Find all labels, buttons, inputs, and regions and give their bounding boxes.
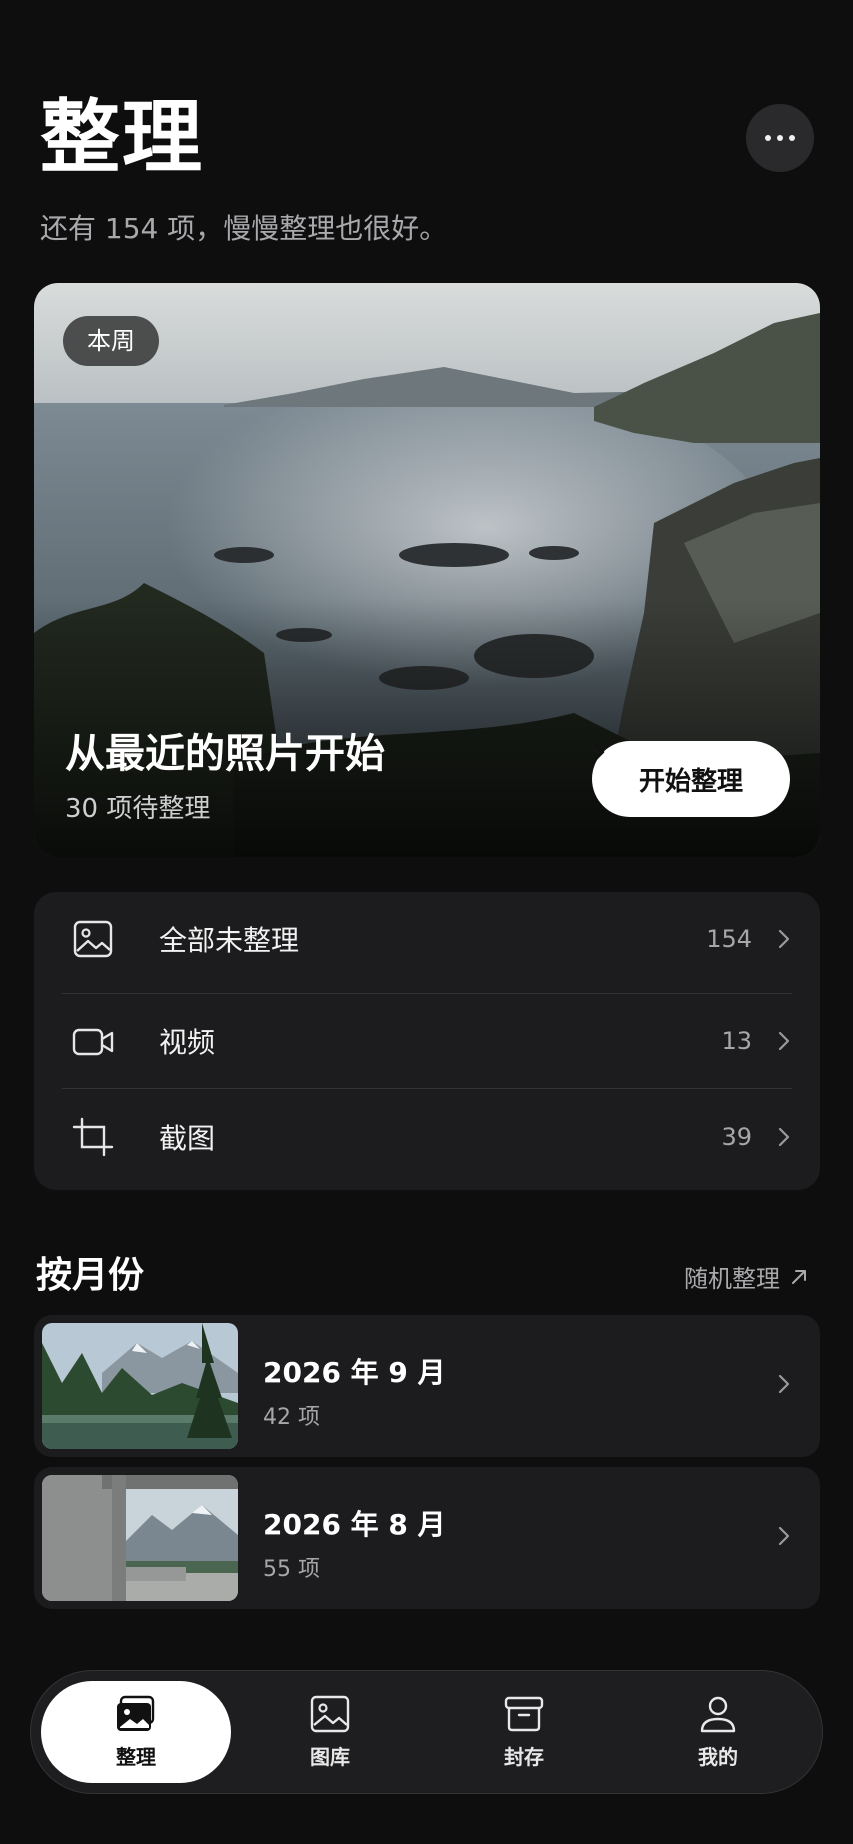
photo-stack-icon — [117, 1695, 155, 1731]
hero-title: 从最近的照片开始 — [65, 731, 385, 777]
category-count: 154 — [706, 925, 752, 953]
category-label: 全部未整理 — [159, 924, 300, 957]
start-organize-label: 开始整理 — [638, 766, 743, 797]
image-icon — [73, 920, 113, 958]
divider — [62, 1088, 792, 1089]
tab-me[interactable]: 我的 — [623, 1681, 813, 1783]
chevron-right-icon — [778, 929, 790, 949]
chevron-right-icon — [778, 1374, 790, 1394]
random-organize-link[interactable]: 随机整理 — [684, 1259, 808, 1294]
month-card-2026-09[interactable]: 2026 年 9 月 42 项 — [34, 1315, 820, 1457]
tab-label: 图库 — [310, 1744, 350, 1769]
bottom-tab-bar: 整理 图库 封存 我的 — [30, 1670, 823, 1794]
video-icon — [72, 1028, 114, 1056]
tab-archive[interactable]: 封存 — [429, 1681, 619, 1783]
page-subtitle: 还有 154 项，慢慢整理也很好。 — [40, 212, 448, 245]
section-title-by-month: 按月份 — [36, 1255, 145, 1296]
start-organize-button[interactable]: 开始整理 — [592, 741, 790, 817]
category-label: 截图 — [159, 1122, 216, 1155]
month-count: 55 项 — [263, 1557, 320, 1582]
category-row-all-unorganized[interactable]: 全部未整理 154 — [34, 892, 820, 986]
month-card-2026-08[interactable]: 2026 年 8 月 55 项 — [34, 1467, 820, 1609]
tab-label: 我的 — [698, 1744, 738, 1769]
organize-screen: 整理 还有 154 项，慢慢整理也很好。 本周 从最近的照片开始 30 项待整理… — [0, 0, 853, 1844]
month-title: 2026 年 8 月 — [263, 1508, 446, 1541]
tab-label: 整理 — [116, 1744, 156, 1769]
tab-organize[interactable]: 整理 — [41, 1681, 231, 1783]
chevron-right-icon — [593, 742, 605, 762]
more-button[interactable] — [746, 104, 814, 172]
category-label: 视频 — [159, 1026, 216, 1059]
month-title: 2026 年 9 月 — [263, 1356, 446, 1389]
gallery-icon — [310, 1695, 350, 1732]
chevron-right-icon — [778, 1127, 790, 1147]
category-count: 39 — [721, 1123, 752, 1151]
tab-gallery[interactable]: 图库 — [235, 1681, 425, 1783]
random-organize-label: 随机整理 — [684, 1265, 780, 1293]
tab-label: 封存 — [504, 1744, 544, 1769]
month-thumbnail — [42, 1475, 238, 1601]
crop-icon — [72, 1117, 114, 1157]
chevron-right-icon — [778, 1526, 790, 1546]
chevron-right-icon — [778, 1031, 790, 1051]
more-horizontal-icon — [765, 135, 771, 141]
category-row-videos[interactable]: 视频 13 — [34, 994, 820, 1088]
month-count: 42 项 — [263, 1405, 320, 1430]
category-row-screenshots[interactable]: 截图 39 — [34, 1090, 820, 1184]
person-icon — [700, 1696, 736, 1732]
arrow-up-right-icon — [792, 1269, 806, 1284]
page-title: 整理 — [40, 91, 204, 184]
archive-box-icon — [504, 1696, 544, 1731]
hero-card[interactable]: 本周 从最近的照片开始 30 项待整理 开始整理 — [34, 283, 820, 857]
week-badge: 本周 — [63, 316, 159, 366]
category-list: 全部未整理 154 视频 13 截图 39 — [34, 892, 820, 1190]
month-thumbnail — [42, 1323, 238, 1449]
category-count: 13 — [721, 1027, 752, 1055]
hero-subtitle: 30 项待整理 — [65, 794, 211, 824]
